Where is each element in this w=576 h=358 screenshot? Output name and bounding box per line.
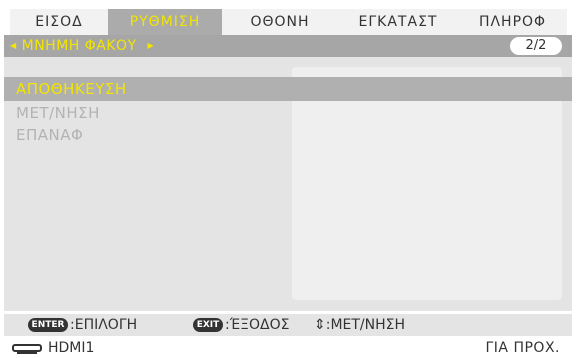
- help-exit-text: :ΈΞΟΔΟΣ: [225, 317, 290, 333]
- submenu-bar: ◀ ΜΝΗΜΗ ΦΑΚΟΥ ▶ 2/2: [4, 35, 572, 57]
- exit-key-icon: EXIT: [193, 318, 223, 332]
- help-select-text: :ΕΠΙΛΟΓΗ: [70, 317, 138, 333]
- status-input-source: HDMI1: [48, 340, 95, 356]
- menu-panel: ΑΠΟΘΗΚΕΥΣΗ ΜΕΤ/ΝΗΣΗ ΕΠΑΝΑΦ: [4, 57, 572, 311]
- menu-item-move[interactable]: ΜΕΤ/ΝΗΣΗ: [4, 101, 100, 125]
- submenu-title: ΜΝΗΜΗ ΦΑΚΟΥ: [21, 38, 137, 54]
- tab-screen[interactable]: ΟΘΟΝΗ: [222, 9, 338, 35]
- submenu-title-group[interactable]: ◀ ΜΝΗΜΗ ΦΑΚΟΥ ▶: [10, 35, 154, 57]
- tab-input[interactable]: ΕΙΣΟΔ: [10, 9, 108, 35]
- status-bar: HDMI1 ΓΙΑ ΠΡΟΧ.: [0, 338, 576, 358]
- tab-info[interactable]: ΠΛΗΡΟΦ: [458, 9, 567, 35]
- tab-installation[interactable]: ΕΓΚΑΤΑΣΤ: [338, 9, 458, 35]
- menu-item-store[interactable]: ΑΠΟΘΗΚΕΥΣΗ: [4, 77, 572, 101]
- hdmi-icon: [12, 344, 42, 354]
- menu-item-reset[interactable]: ΕΠΑΝΑΦ: [4, 123, 83, 147]
- enter-key-icon: ENTER: [28, 318, 68, 332]
- arrow-right-icon[interactable]: ▶: [148, 41, 155, 50]
- page-indicator: 2/2: [510, 37, 562, 55]
- help-move-text: ⇕:ΜΕΤ/ΝΗΣΗ: [314, 317, 406, 333]
- description-panel: [292, 67, 562, 300]
- help-bar: ENTER :ΕΠΙΛΟΓΗ EXIT :ΈΞΟΔΟΣ ⇕:ΜΕΤ/ΝΗΣΗ: [4, 314, 572, 336]
- status-advanced: ΓΙΑ ΠΡΟΧ.: [485, 340, 560, 356]
- tab-setup[interactable]: ΡΥΘΜΙΣΗ: [108, 9, 222, 35]
- arrow-left-icon[interactable]: ◀: [10, 41, 17, 50]
- menu-tabs: ΕΙΣΟΔ ΡΥΘΜΙΣΗ ΟΘΟΝΗ ΕΓΚΑΤΑΣΤ ΠΛΗΡΟΦ: [10, 9, 567, 35]
